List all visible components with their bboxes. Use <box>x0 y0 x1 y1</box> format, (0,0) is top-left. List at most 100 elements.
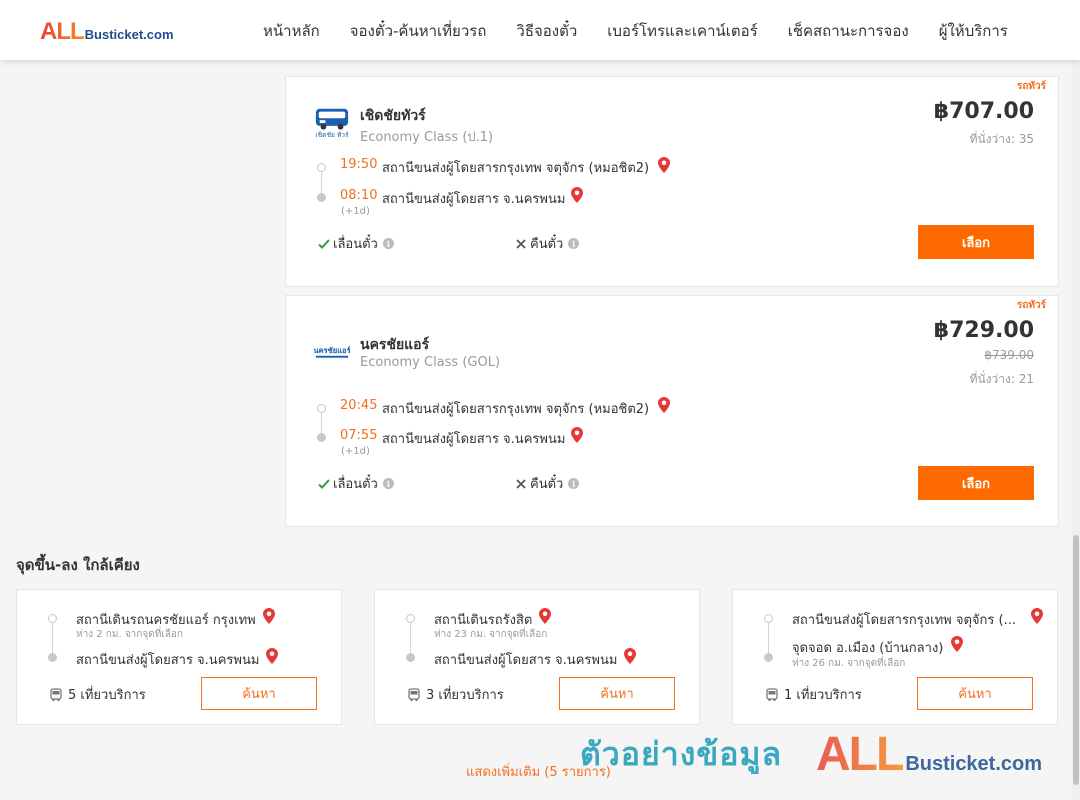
operator-logo-text: เชิดชัย ทัวร์ <box>315 131 349 139</box>
reschedule-policy: เลื่อนตั๋ว i <box>317 233 394 254</box>
info-icon[interactable]: i <box>382 238 394 249</box>
from-stop: สถานีขนส่งผู้โดยสารกรุงเทพ จตุจักร (... <box>792 613 1016 628</box>
arrive-stop: สถานีขนส่งผู้โดยสาร จ.นครพนม <box>382 192 566 207</box>
check-icon <box>318 238 330 249</box>
nav-check-booking[interactable]: เช็คสถานะการจอง <box>788 19 909 43</box>
ticket-price: ฿707.00 <box>933 99 1034 124</box>
map-pin-icon[interactable] <box>624 648 636 664</box>
nearby-route-card: สถานีเดินรถรังสิต ห่าง 23 กม. จากจุดที่เ… <box>374 589 700 725</box>
operator-logo: นครชัยแอร์ <box>314 334 350 370</box>
trip-count: 5 เที่ยวบริการ <box>49 684 146 705</box>
map-pin-icon[interactable] <box>539 608 551 624</box>
arrive-dot <box>317 193 326 202</box>
to-dot <box>406 653 415 662</box>
trip-count-label: 3 เที่ยวบริการ <box>426 688 504 703</box>
logo-domain-text: Busticket.com <box>84 27 174 42</box>
depart-time: 20:45 <box>340 398 378 413</box>
bus-icon <box>408 687 420 701</box>
watermark-logo-all: ALL <box>816 728 905 781</box>
reschedule-label: เลื่อนตั๋ว <box>333 237 378 252</box>
operator-logo: เชิดชัย ทัวร์ <box>314 105 350 141</box>
from-distance: ห่าง 2 กม. จากจุดที่เลือก <box>76 629 183 640</box>
watermark-logo-domain: Busticket.com <box>905 753 1043 775</box>
refund-policy: คืนตั๋ว i <box>514 473 580 494</box>
check-icon <box>318 478 330 489</box>
map-pin-icon[interactable] <box>571 427 583 443</box>
map-pin-icon[interactable] <box>658 157 670 173</box>
select-trip-button[interactable]: เลือก <box>918 225 1034 259</box>
trip-count-label: 5 เที่ยวบริการ <box>68 688 146 703</box>
refund-label: คืนตั๋ว <box>530 477 564 492</box>
trip-count: 1 เที่ยวบริการ <box>765 684 862 705</box>
nav-operators[interactable]: ผู้ให้บริการ <box>939 19 1008 43</box>
bus-type-tag: รถทัวร์ <box>1016 300 1046 311</box>
main-nav: หน้าหลัก จองตั๋ว-ค้นหาเที่ยวรถ วิธีจองตั… <box>263 19 1008 43</box>
arrive-stop: สถานีขนส่งผู้โดยสาร จ.นครพนม <box>382 432 566 447</box>
trip-card: รถทัวร์ นครชัยแอร์ นครชัยแอร์ Economy Cl… <box>285 295 1059 527</box>
page-scrollbar[interactable] <box>1072 60 1080 800</box>
nearby-route-card: สถานีเดินรถนครชัยแอร์ กรุงเทพ ห่าง 2 กม.… <box>16 589 342 725</box>
seats-available: ที่นั่งว่าง: 35 <box>969 132 1034 146</box>
trip-card: รถทัวร์ เชิดชัย ทัวร์ เชิดชัยทัวร์ Econo… <box>285 76 1059 287</box>
map-pin-icon[interactable] <box>658 397 670 413</box>
depart-stop: สถานีขนส่งผู้โดยสารกรุงเทพ จตุจักร (หมอช… <box>382 161 650 176</box>
trip-count-label: 1 เที่ยวบริการ <box>784 688 862 703</box>
operator-name: เชิดชัยทัวร์ <box>360 108 426 124</box>
nav-contact[interactable]: เบอร์โทรและเคาน์เตอร์ <box>607 19 757 43</box>
depart-dot <box>317 163 326 172</box>
map-pin-icon[interactable] <box>263 608 275 624</box>
map-pin-icon[interactable] <box>1031 608 1043 624</box>
map-pin-icon[interactable] <box>266 648 278 664</box>
reschedule-policy: เลื่อนตั๋ว i <box>317 473 394 494</box>
refund-label: คืนตั๋ว <box>530 237 564 252</box>
to-stop: สถานีขนส่งผู้โดยสาร จ.นครพนม <box>434 653 618 668</box>
cross-icon <box>516 478 526 489</box>
to-distance: ห่าง 26 กม. จากจุดที่เลือก <box>792 658 906 669</box>
nav-book-ticket[interactable]: จองตั๋ว-ค้นหาเที่ยวรถ <box>350 19 487 43</box>
to-dot <box>48 653 57 662</box>
nearby-search-button[interactable]: ค้นหา <box>559 677 675 710</box>
info-icon[interactable]: i <box>568 478 580 489</box>
cross-icon <box>516 238 526 249</box>
next-day-indicator: (+1d) <box>341 206 370 217</box>
to-stop: จุดจอด อ.เมือง (บ้านกลาง) <box>792 641 944 656</box>
site-logo[interactable]: ALL Busticket.com <box>40 18 174 46</box>
bus-type-tag: รถทัวร์ <box>1016 81 1046 92</box>
to-stop: สถานีขนส่งผู้โดยสาร จ.นครพนม <box>76 653 260 668</box>
route-line <box>52 620 53 655</box>
watermark-text: ตัวอย่างข้อมูล <box>580 735 783 773</box>
nearby-section-title: จุดขึ้น-ลง ใกล้เคียง <box>16 556 140 574</box>
bus-class: Economy Class (ป.1) <box>360 130 494 145</box>
arrive-time: 07:55 <box>340 428 378 443</box>
top-header: ALL Busticket.com หน้าหลัก จองตั๋ว-ค้นหา… <box>0 0 1080 60</box>
operator-logo-text: นครชัยแอร์ <box>314 346 350 355</box>
bus-icon <box>50 687 62 701</box>
route-line <box>768 620 769 655</box>
depart-dot <box>317 404 326 413</box>
operator-name: นครชัยแอร์ <box>360 337 430 353</box>
bus-class: Economy Class (GOL) <box>360 355 501 370</box>
seats-available: ที่นั่งว่าง: 21 <box>969 372 1034 386</box>
arrive-dot <box>317 433 326 442</box>
nearby-search-button[interactable]: ค้นหา <box>201 677 317 710</box>
trip-count: 3 เที่ยวบริการ <box>407 684 504 705</box>
arrive-time: 08:10 <box>340 188 378 203</box>
info-icon[interactable]: i <box>382 478 394 489</box>
bus-icon <box>766 687 778 701</box>
nearby-search-button[interactable]: ค้นหา <box>917 677 1033 710</box>
from-distance: ห่าง 23 กม. จากจุดที่เลือก <box>434 629 548 640</box>
original-price: ฿739.00 <box>984 348 1034 362</box>
watermark-logo: ALL Busticket.com <box>816 727 1042 782</box>
nav-home[interactable]: หน้าหลัก <box>263 19 320 43</box>
nav-how-to-book[interactable]: วิธีจองตั๋ว <box>516 19 577 43</box>
to-dot <box>764 653 773 662</box>
from-dot <box>48 614 57 623</box>
info-icon[interactable]: i <box>568 238 580 249</box>
from-dot <box>764 614 773 623</box>
map-pin-icon[interactable] <box>571 187 583 203</box>
scrollbar-thumb[interactable] <box>1073 535 1079 785</box>
map-pin-icon[interactable] <box>951 636 963 652</box>
refund-policy: คืนตั๋ว i <box>514 233 580 254</box>
select-trip-button[interactable]: เลือก <box>918 466 1034 500</box>
logo-all-text: ALL <box>40 18 85 45</box>
